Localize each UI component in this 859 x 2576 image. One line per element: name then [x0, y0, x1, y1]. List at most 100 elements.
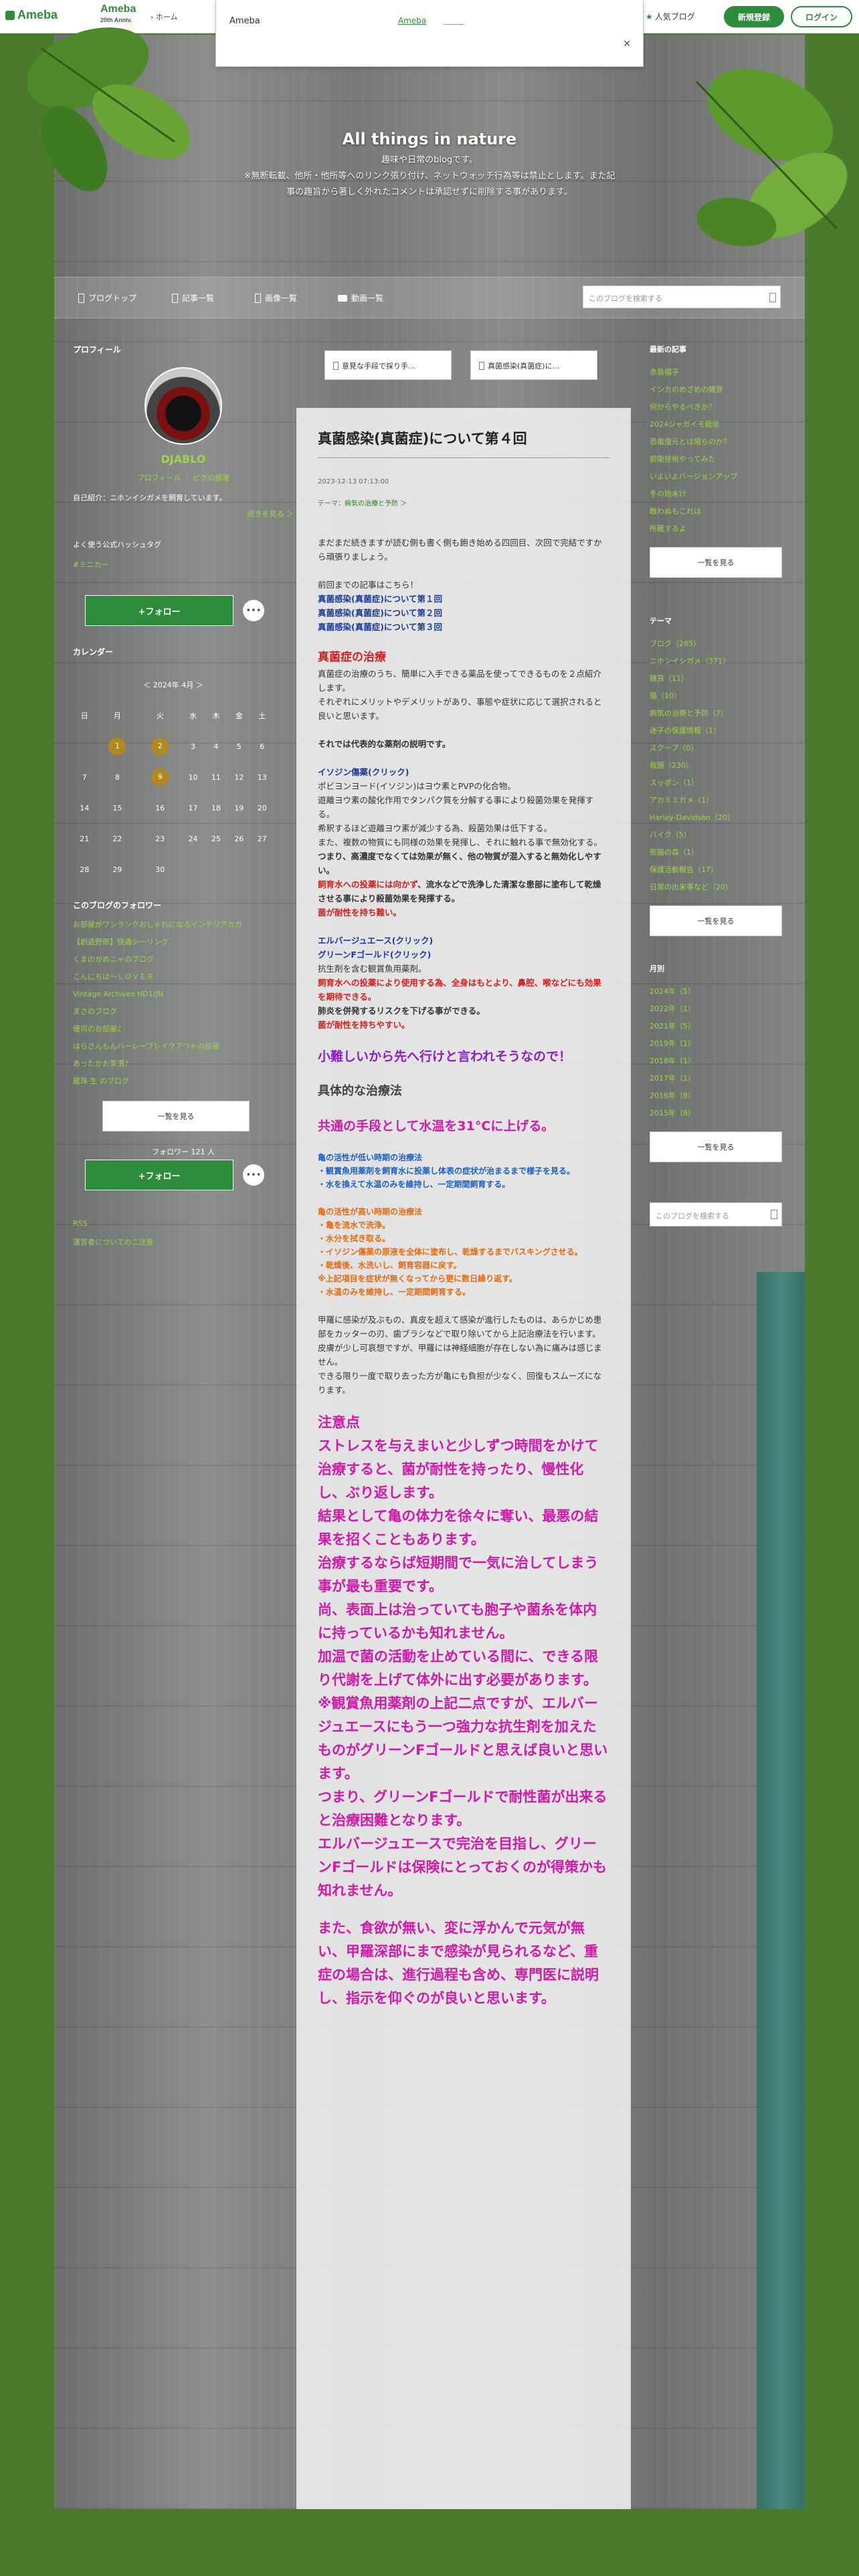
follower-link[interactable]: くまのかめニャのブログ: [73, 951, 294, 968]
calendar-month[interactable]: ＜ 2024年 4月 ＞: [73, 669, 274, 700]
theme-item[interactable]: 迷子の保護情報（1）: [650, 722, 790, 740]
prev-post-link[interactable]: 意見な手段で採り手...: [324, 350, 452, 380]
month-item[interactable]: 2024年（5）: [650, 983, 790, 1000]
theme-item[interactable]: 熊猫の森（1）: [650, 844, 790, 861]
article-title[interactable]: 真菌感染(真菌症)について第４回: [318, 428, 609, 458]
recent-item[interactable]: 冬の始末け: [650, 486, 790, 503]
prev-article-link[interactable]: 真菌感染(真菌症)について第２回: [318, 606, 609, 620]
close-icon[interactable]: ✕: [623, 39, 631, 49]
popular-blogs-link[interactable]: ★ 人気ブログ: [646, 11, 695, 22]
blog-search-input[interactable]: このブログを検索する: [583, 286, 781, 308]
recent-item[interactable]: 2024ジャガイモ栽培: [650, 416, 790, 433]
monthly-list-button[interactable]: 一覧を見る: [650, 1132, 782, 1162]
register-button[interactable]: 新規登録: [724, 6, 784, 27]
isodine-link[interactable]: イソジン傷薬(クリック): [318, 765, 609, 779]
recent-item[interactable]: 敵わぬもこれは: [650, 503, 790, 520]
recent-item[interactable]: 恐竜復元とは限らのか？: [650, 433, 790, 451]
theme-item[interactable]: Harley-Davidson（20）: [650, 809, 790, 827]
month-item[interactable]: 2017年（1）: [650, 1070, 790, 1087]
theme-item[interactable]: 猫（10）: [650, 687, 790, 705]
theme-item[interactable]: 雑貨（11）: [650, 670, 790, 687]
calendar-day[interactable]: 9: [138, 762, 181, 792]
month-item[interactable]: 2022年（1）: [650, 1000, 790, 1018]
calendar-day-highlight[interactable]: 1: [108, 738, 126, 755]
theme-item[interactable]: 栽園（230）: [650, 757, 790, 774]
home-link[interactable]: › ホーム: [151, 11, 178, 22]
prev-article-link[interactable]: 真菌感染(真菌症)について第１回: [318, 592, 609, 606]
more-options-button-bottom[interactable]: •••: [243, 1164, 264, 1186]
theme-link[interactable]: 病気の治療と予防 ＞: [345, 500, 407, 508]
sidebar-search-input[interactable]: このブログを検索する: [650, 1202, 782, 1226]
ad-link[interactable]: Ameba: [398, 16, 426, 25]
recent-item[interactable]: 赤島帽子: [650, 364, 790, 381]
nav-label: ブログトップ: [88, 294, 137, 303]
recent-item[interactable]: いよいよバージョンアップ: [650, 468, 790, 486]
theme-item[interactable]: ブログ（285）: [650, 635, 790, 653]
recent-item[interactable]: 何からやるべきか？: [650, 399, 790, 416]
recent-item[interactable]: 前衛技術やってみた: [650, 451, 790, 468]
month-item[interactable]: 2016年（8）: [650, 1087, 790, 1105]
theme-item[interactable]: 病気の治療と予防（7）: [650, 705, 790, 722]
follower-link[interactable]: はらさんもんハーレーブレイクアウトの部屋: [73, 1038, 294, 1055]
search-icon[interactable]: [771, 1210, 777, 1219]
calendar-day[interactable]: 1: [96, 731, 138, 762]
emphasis-text: 菌が耐性を持ちやすい。: [318, 1020, 410, 1030]
theme-item[interactable]: ニホンイシガメ（371）: [650, 653, 790, 670]
hashtag-link[interactable]: #ミニカー: [73, 559, 294, 570]
follower-link[interactable]: まさのブログ: [73, 1003, 294, 1021]
follower-link[interactable]: こんにちは〜ＬＯＶＥＲ: [73, 968, 294, 986]
theme-item[interactable]: バイク（5）: [650, 827, 790, 844]
follower-link[interactable]: お部屋がワンランクおしゃれになるインテリアカガ: [73, 916, 294, 934]
follow-button[interactable]: +フォロー: [85, 595, 233, 626]
profile-avatar[interactable]: [145, 367, 222, 445]
month-item[interactable]: 2021年（5）: [650, 1018, 790, 1035]
theme-item[interactable]: スクープ（0）: [650, 740, 790, 757]
recent-item[interactable]: 所蔵するよ: [650, 520, 790, 538]
more-options-button[interactable]: •••: [243, 600, 264, 621]
ameba-logo[interactable]: Ameba: [5, 8, 58, 22]
nav-blog-top[interactable]: ブログトップ: [78, 292, 136, 304]
month-item[interactable]: 2018年（1）: [650, 1053, 790, 1070]
calendar-day-highlight[interactable]: 2: [151, 738, 169, 755]
prev-article-link[interactable]: 真菌感染(真菌症)について第３回: [318, 620, 609, 634]
login-button[interactable]: ログイン: [791, 6, 852, 27]
theme-item[interactable]: アカミミガメ（1）: [650, 792, 790, 809]
treatment-step: ・水を換えて水温のみを維持し、一定期間飼育する。: [318, 1180, 510, 1189]
followers-list-button[interactable]: 一覧を見る: [102, 1101, 250, 1132]
profile-more-link[interactable]: 続きを見る ＞: [73, 508, 294, 519]
green-f-gold-link[interactable]: グリーンFゴールド(クリック): [318, 948, 609, 962]
follower-link[interactable]: Vintage Archives HD1/JN: [73, 986, 294, 1003]
section-heading: 真菌症の治療: [318, 651, 386, 664]
theme-item[interactable]: 保護活動報告（17）: [650, 861, 790, 879]
nav-posts[interactable]: 記事一覧: [172, 292, 214, 304]
rss-link[interactable]: RSS: [73, 1214, 294, 1233]
month-item[interactable]: 2019年（1）: [650, 1035, 790, 1053]
calendar: ＜ 2024年 4月 ＞ 日 月 火 水 木 金 土 1 2 3 4 5 6 7: [73, 669, 274, 885]
recent-item[interactable]: インカのめざめの雑芽: [650, 381, 790, 399]
next-post-link[interactable]: 真菌感染(真菌症)に...: [470, 350, 597, 380]
profile-name[interactable]: DJABLO: [73, 453, 294, 465]
month-item[interactable]: 2015年（8）: [650, 1105, 790, 1122]
calendar-day-highlight[interactable]: 9: [151, 768, 169, 786]
follower-link[interactable]: 蔵珠 生 のブログ: [73, 1073, 294, 1090]
nav-images[interactable]: 画像一覧: [255, 292, 297, 304]
follower-link[interactable]: あったかお茶漬♪: [73, 1055, 294, 1073]
theme-item[interactable]: スッポン（1）: [650, 774, 790, 792]
calendar-day: 23: [155, 834, 165, 843]
operator-notice-link[interactable]: 運営者についての二注意: [73, 1233, 294, 1252]
profile-links[interactable]: プロフィール ｜ ピグの部屋: [73, 472, 294, 483]
follow-button-bottom[interactable]: +フォロー: [85, 1160, 233, 1190]
search-icon[interactable]: [769, 293, 776, 302]
theme-item[interactable]: 日常の出来事など（20）: [650, 879, 790, 896]
bracket-icon: [172, 294, 178, 303]
recent-list-button[interactable]: 一覧を見る: [650, 547, 782, 578]
paragraph: 肺炎を併発するリスクを下げる事ができる。: [318, 1006, 485, 1016]
follower-link[interactable]: 優司のお部屋♪: [73, 1021, 294, 1038]
theme-list-button[interactable]: 一覧を見る: [650, 905, 782, 936]
ad-banner[interactable]: Ameba Ameba ✕: [215, 0, 644, 67]
blog-title[interactable]: All things in nature: [54, 130, 805, 148]
calendar-day[interactable]: 2: [138, 731, 181, 762]
nav-videos[interactable]: 動画一覧: [338, 292, 383, 304]
follower-link[interactable]: 【創造野郎】快適シーリング: [73, 934, 294, 951]
elbaju-link[interactable]: エルバージュエース(クリック): [318, 934, 609, 948]
